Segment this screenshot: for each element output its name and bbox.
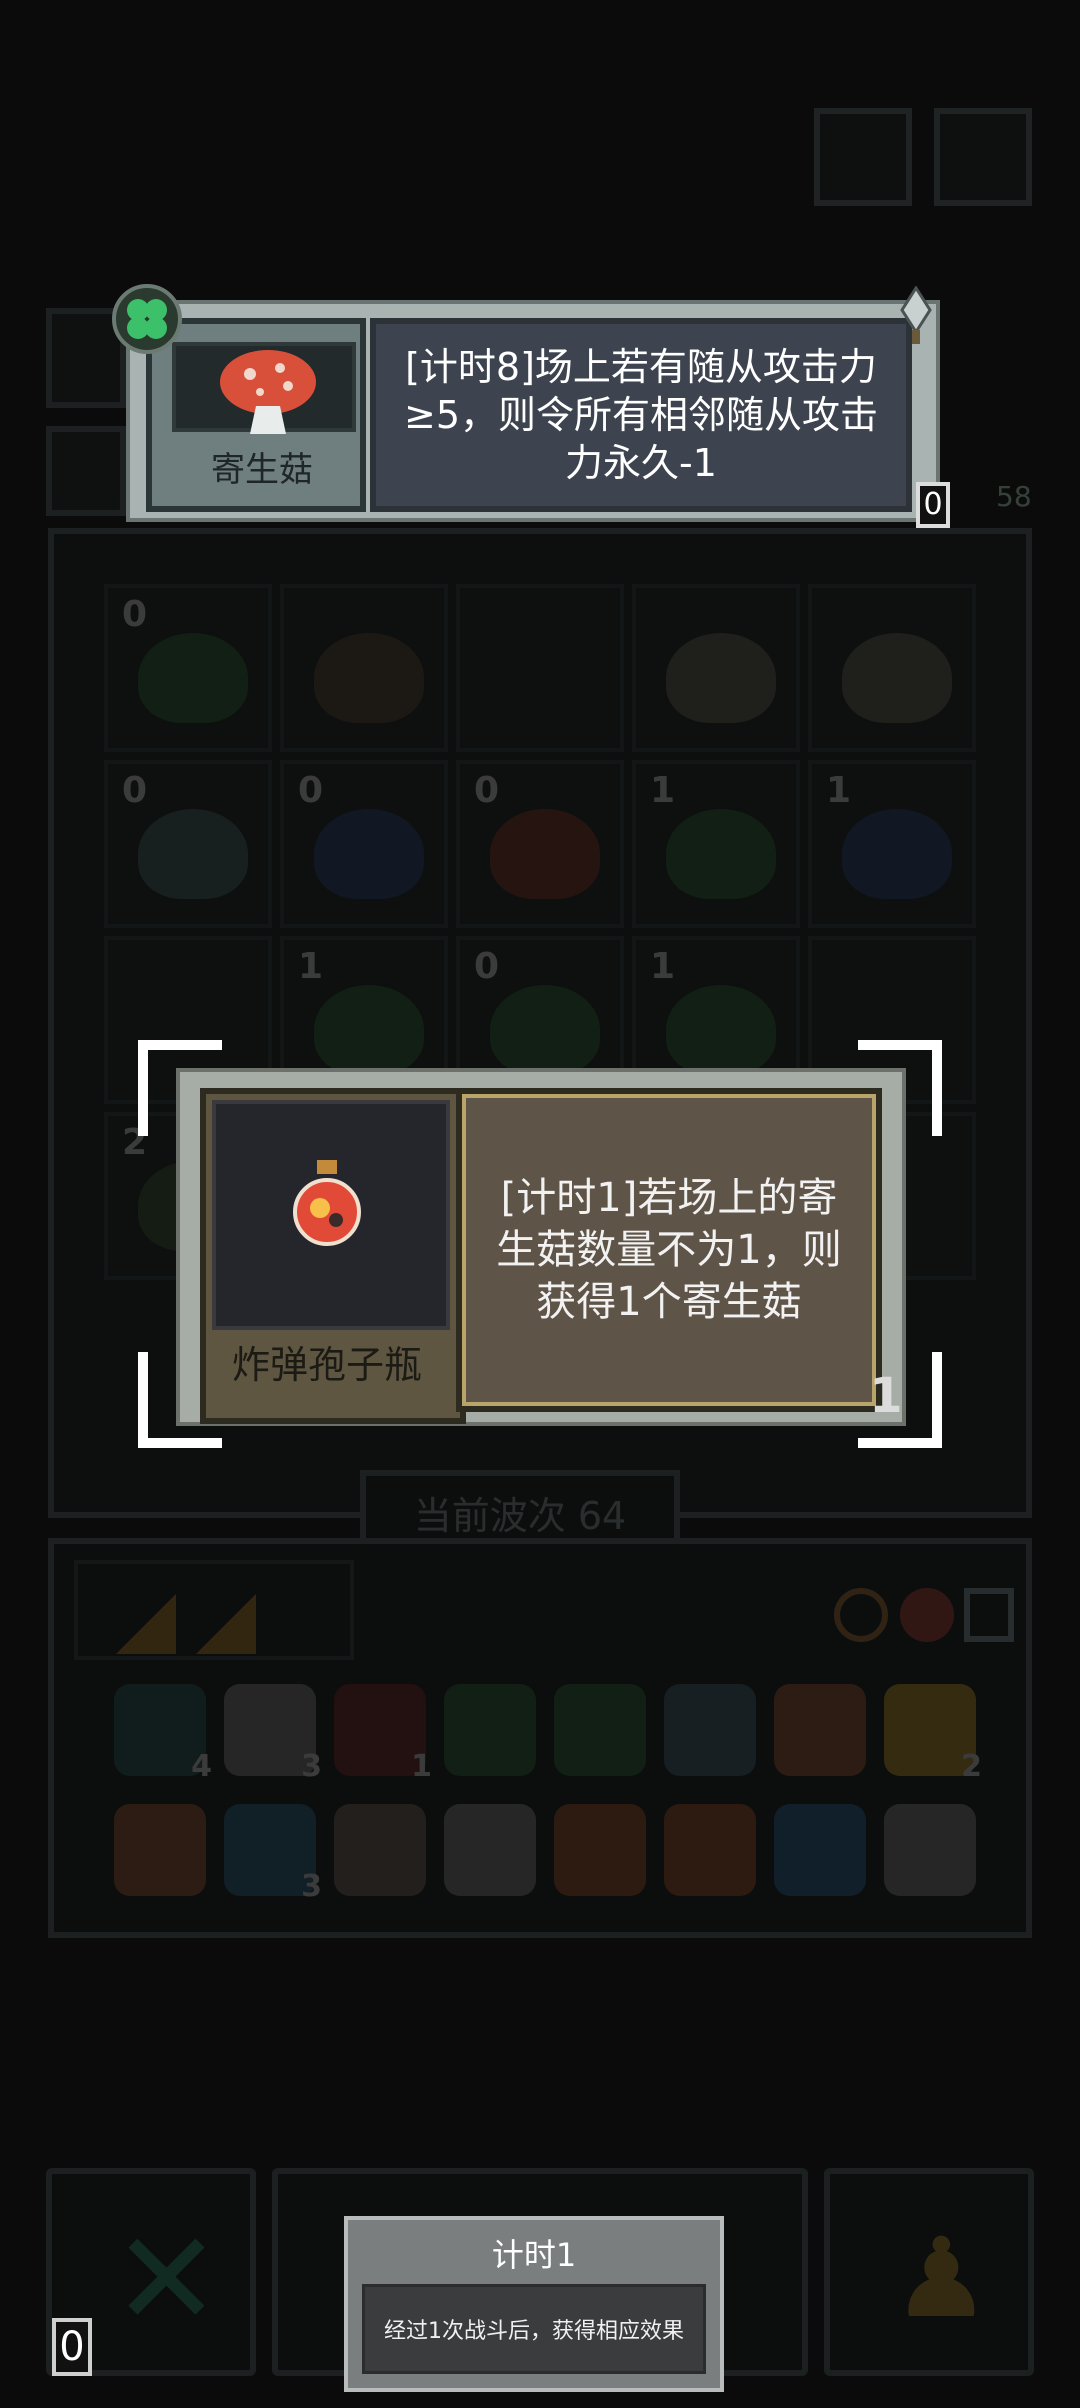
inventory-item[interactable] (664, 1804, 756, 1896)
cell-level: 1 (298, 946, 324, 987)
sword-icon (890, 285, 942, 348)
inventory-item[interactable]: 3 (224, 1684, 322, 1784)
unit-sprite (490, 985, 600, 1075)
unit-portrait (172, 342, 356, 434)
inventory-item[interactable] (334, 1804, 426, 1896)
timer-title: 计时1 (491, 2236, 577, 2274)
board-cell[interactable]: 0 (456, 760, 624, 928)
inventory-item[interactable] (444, 1804, 536, 1896)
inventory-item[interactable] (774, 1684, 866, 1776)
unit-sprite (842, 809, 952, 899)
mushroom-icon (220, 350, 316, 434)
unit-name: 寄生菇 (211, 450, 313, 490)
board-cell[interactable]: 1 (632, 760, 800, 928)
inventory-item[interactable]: 2 (884, 1684, 982, 1784)
unit-sprite (842, 633, 952, 723)
inventory-item[interactable] (884, 1804, 976, 1896)
left-side-slot-2[interactable] (46, 426, 126, 516)
inventory-tab[interactable] (74, 1560, 354, 1660)
cell-level: 0 (122, 594, 148, 635)
cell-level: 1 (650, 770, 676, 811)
right-counter-value: 58 (996, 480, 1032, 513)
cell-level: 0 (474, 946, 500, 987)
unit-description: [计时8]场上若有随从攻击力≥5，则令所有相邻随从攻击力永久-1 (370, 318, 912, 512)
board-cell[interactable] (456, 584, 624, 752)
cell-level: 0 (122, 770, 148, 811)
filter-icons (814, 1560, 1024, 1660)
inventory-item[interactable]: 3 (224, 1804, 322, 1904)
inventory-item[interactable] (444, 1684, 536, 1776)
unit-sprite (666, 985, 776, 1075)
unit-corner-count: 0 (916, 482, 950, 528)
item-quantity: 4 (191, 1749, 212, 1784)
close-icon: ✕ (112, 2203, 221, 2355)
board-cell[interactable]: 1 (808, 760, 976, 928)
item-quantity: 3 (301, 1869, 322, 1904)
help-button[interactable] (814, 108, 912, 206)
unit-sprite (666, 809, 776, 899)
cell-level: 1 (650, 946, 676, 987)
pawn-icon: ♟ (892, 2214, 991, 2342)
clover-icon (112, 284, 182, 354)
unit-sprite (138, 809, 248, 899)
unit-sprite (314, 809, 424, 899)
filter-icon[interactable] (834, 1588, 888, 1642)
inventory-item[interactable]: 1 (334, 1684, 432, 1784)
tab-icon (196, 1594, 256, 1654)
item-quantity: 2 (961, 1749, 982, 1784)
cell-level: 0 (298, 770, 324, 811)
item-tooltip: 炸弹孢子瓶 [计时1]若场上的寄生菇数量不为1，则获得1个寄生菇 (176, 1068, 906, 1426)
timer-tooltip: 计时1 经过1次战斗后，获得相应效果 (344, 2216, 724, 2392)
board-cell[interactable]: 0 (280, 760, 448, 928)
item-name: 炸弹孢子瓶 (231, 1343, 422, 1387)
inventory-panel: 4 3 1 2 3 (48, 1538, 1032, 1938)
unit-sprite (314, 633, 424, 723)
inventory-item[interactable] (554, 1684, 646, 1776)
unit-sprite (138, 633, 248, 723)
bomb-spore-bottle-icon (293, 1160, 361, 1246)
inventory-item[interactable] (554, 1804, 646, 1896)
board-cell[interactable] (808, 584, 976, 752)
tab-icon (116, 1594, 176, 1654)
item-quantity: 1 (411, 1749, 432, 1784)
item-description: [计时1]若场上的寄生菇数量不为1，则获得1个寄生菇 (456, 1088, 882, 1412)
right-counter: 58 (952, 430, 1032, 520)
inventory-item[interactable]: 4 (114, 1684, 212, 1784)
unit-sprite (666, 633, 776, 723)
board-cell[interactable]: 0 (104, 760, 272, 928)
item-portrait (212, 1100, 450, 1330)
item-quantity: 3 (301, 1749, 322, 1784)
inventory-item[interactable] (114, 1804, 206, 1896)
filter-icon[interactable] (900, 1588, 954, 1642)
inventory-item[interactable] (664, 1684, 756, 1776)
board-cell[interactable] (632, 584, 800, 752)
item-count: 1 (869, 1368, 903, 1424)
unit-tooltip: 寄生菇 [计时8]场上若有随从攻击力≥5，则令所有相邻随从攻击力永久-1 (126, 300, 940, 522)
bottom-left-count: 0 (52, 2318, 92, 2376)
unit-sprite (314, 985, 424, 1075)
timer-body: 经过1次战斗后，获得相应效果 (362, 2284, 706, 2374)
board-cell[interactable]: 0 (104, 584, 272, 752)
cell-level: 1 (826, 770, 852, 811)
filter-icon[interactable] (964, 1588, 1014, 1642)
recruit-button[interactable]: ♟ (824, 2168, 1034, 2376)
inventory-item[interactable] (774, 1804, 866, 1896)
cell-level: 0 (474, 770, 500, 811)
board-cell[interactable] (280, 584, 448, 752)
unit-sprite (490, 809, 600, 899)
settings-button[interactable] (934, 108, 1032, 206)
item-art-panel: 炸弹孢子瓶 (200, 1088, 466, 1424)
unit-icon-box: 寄生菇 (146, 318, 366, 512)
